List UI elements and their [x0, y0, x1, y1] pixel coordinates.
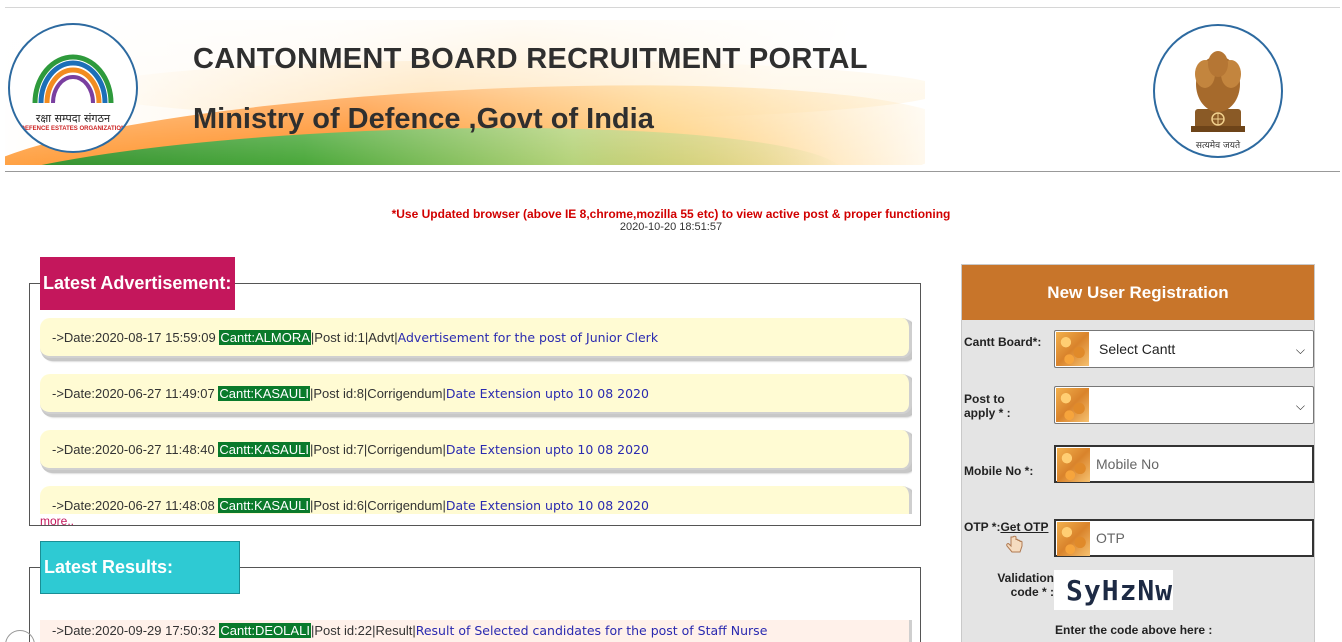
emblem-motto: सत्यमेव जयते	[1195, 141, 1241, 151]
mobile-input[interactable]: Mobile No	[1054, 445, 1314, 483]
registration-heading: New User Registration	[962, 265, 1314, 320]
post-select[interactable]: ⌵	[1054, 386, 1314, 424]
national-emblem-icon: सत्यमेव जयते	[1153, 24, 1283, 158]
server-timestamp: 2020-10-20 18:51:57	[619, 221, 723, 233]
otp-input[interactable]: OTP	[1054, 519, 1314, 557]
get-otp-link[interactable]: Get OTP	[1000, 520, 1048, 534]
dgde-logo-icon: रक्षा सम्पदा संगठन DEFENCE ESTATES ORGAN…	[8, 23, 138, 153]
advertisement-link[interactable]: Date Extension upto 10 08 2020	[446, 442, 649, 457]
portal-title: CANTONMENT BOARD RECRUITMENT PORTAL	[193, 43, 868, 75]
cantt-badge: Cantt:DEOLALI	[219, 623, 311, 638]
results-heading: Latest Results:	[40, 541, 240, 594]
list-item: ->Date:2020-09-29 17:50:32 Cantt:DEOLALI…	[40, 620, 912, 642]
browser-notice: *Use Updated browser (above IE 8,chrome,…	[391, 207, 951, 221]
advertisement-link[interactable]: Date Extension upto 10 08 2020	[446, 498, 649, 513]
otp-label: OTP *:Get OTP	[964, 520, 1049, 534]
cantt-board-select[interactable]: Select Cantt ⌵	[1054, 330, 1314, 368]
page: रक्षा सम्पदा संगठन DEFENCE ESTATES ORGAN…	[0, 0, 1342, 642]
logo-english-text: DEFENCE ESTATES ORGANIZATION	[20, 126, 126, 132]
cantt-badge: Cantt:ALMORA	[219, 330, 311, 345]
list-item: ->Date:2020-06-27 11:48:08 Cantt:KASAULI…	[40, 486, 912, 514]
results-list: ->Date:2020-09-29 17:50:32 Cantt:DEOLALI…	[40, 620, 912, 642]
mobile-label: Mobile No *:	[964, 464, 1034, 478]
advertisement-link[interactable]: Advertisement for the post of Junior Cle…	[398, 330, 658, 345]
advertisement-link[interactable]: Date Extension upto 10 08 2020	[446, 386, 649, 401]
cantt-board-label: Cantt Board*:	[964, 335, 1042, 349]
logo-hindi-text: रक्षा सम्पदा संगठन	[35, 112, 111, 125]
enter-code-label: Enter the code above here :	[1055, 623, 1213, 637]
header-divider	[5, 171, 1340, 172]
advertisement-list: ->Date:2020-08-17 15:59:09 Cantt:ALMORA|…	[40, 318, 912, 514]
result-link[interactable]: Result of Selected candidates for the po…	[416, 623, 768, 638]
top-divider	[5, 7, 1340, 8]
portal-subtitle: Ministry of Defence ,Govt of India	[193, 103, 654, 135]
chevron-down-icon: ⌵	[1295, 399, 1305, 413]
more-link[interactable]: more..	[40, 514, 74, 528]
post-to-apply-label: Post to apply * :	[964, 392, 1011, 420]
list-item: ->Date:2020-06-27 11:49:07 Cantt:KASAULI…	[40, 374, 912, 414]
cantt-badge: Cantt:KASAULI	[218, 498, 310, 513]
pointer-hand-icon	[1006, 535, 1023, 553]
captcha-image: SyHzNw	[1054, 570, 1173, 610]
cantt-badge: Cantt:KASAULI	[218, 442, 310, 457]
cantt-badge: Cantt:KASAULI	[218, 386, 310, 401]
list-item: ->Date:2020-06-27 11:48:40 Cantt:KASAULI…	[40, 430, 912, 470]
advertisement-heading: Latest Advertisement:	[40, 257, 235, 310]
validation-code-label: Validation code * :	[997, 571, 1054, 599]
header-banner	[5, 20, 925, 165]
chevron-down-icon: ⌵	[1295, 343, 1305, 357]
list-item: ->Date:2020-08-17 15:59:09 Cantt:ALMORA|…	[40, 318, 912, 358]
